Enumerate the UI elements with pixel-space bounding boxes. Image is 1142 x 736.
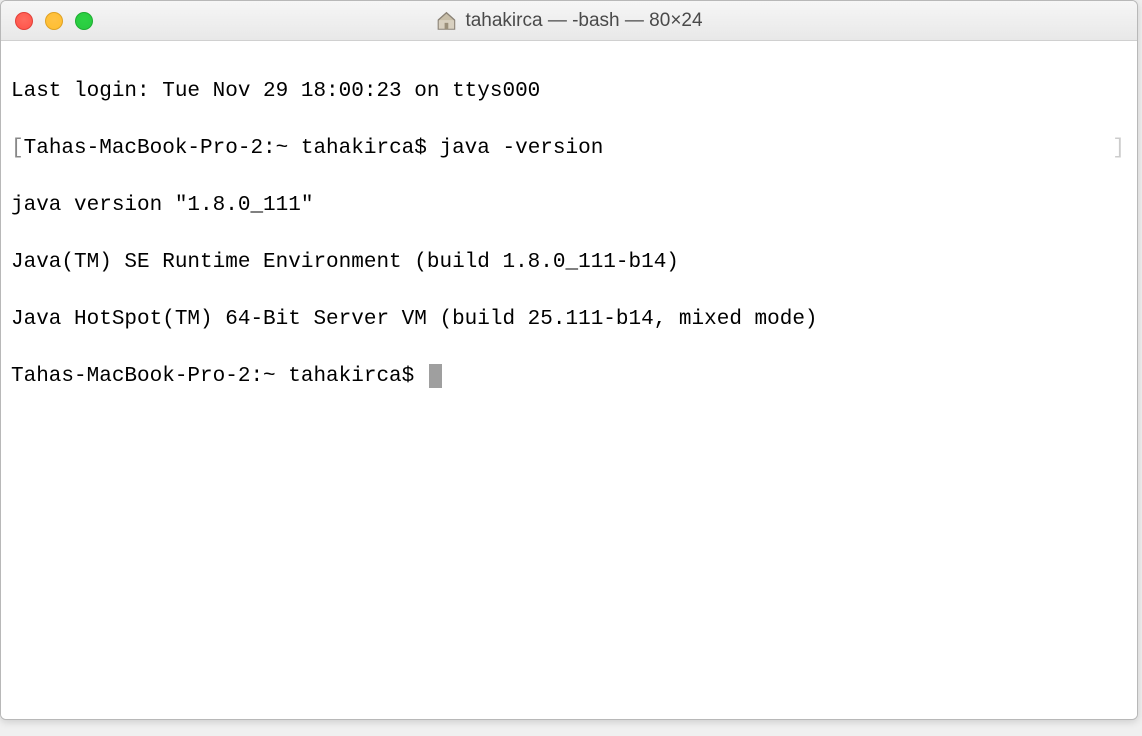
terminal-line-java-hotspot: Java HotSpot(TM) 64-Bit Server VM (build… xyxy=(11,306,1127,335)
terminal-window: tahakirca — -bash — 80×24 Last login: Tu… xyxy=(0,0,1138,720)
terminal-line-java-version: java version "1.8.0_111" xyxy=(11,192,1127,221)
terminal-line-prompt1: [Tahas-MacBook-Pro-2:~ tahakirca$ java -… xyxy=(11,135,1127,164)
window-title: tahakirca — -bash — 80×24 xyxy=(465,10,702,32)
bracket-right: ] xyxy=(1112,135,1125,164)
window-title-container: tahakirca — -bash — 80×24 xyxy=(435,10,702,32)
bracket-left: [ xyxy=(11,137,24,160)
terminal-line-java-runtime: Java(TM) SE Runtime Environment (build 1… xyxy=(11,249,1127,278)
maximize-button[interactable] xyxy=(75,12,93,30)
cursor xyxy=(429,364,442,388)
terminal-content[interactable]: Last login: Tue Nov 29 18:00:23 on ttys0… xyxy=(1,41,1137,719)
traffic-lights xyxy=(15,12,93,30)
titlebar[interactable]: tahakirca — -bash — 80×24 xyxy=(1,1,1137,41)
prompt2-text: Tahas-MacBook-Pro-2:~ tahakirca$ xyxy=(11,365,427,388)
home-icon xyxy=(435,10,457,32)
terminal-line-prompt2: Tahas-MacBook-Pro-2:~ tahakirca$ xyxy=(11,363,1127,392)
minimize-button[interactable] xyxy=(45,12,63,30)
close-button[interactable] xyxy=(15,12,33,30)
prompt1-text: Tahas-MacBook-Pro-2:~ tahakirca$ java -v… xyxy=(24,137,604,160)
terminal-line-last-login: Last login: Tue Nov 29 18:00:23 on ttys0… xyxy=(11,78,1127,107)
